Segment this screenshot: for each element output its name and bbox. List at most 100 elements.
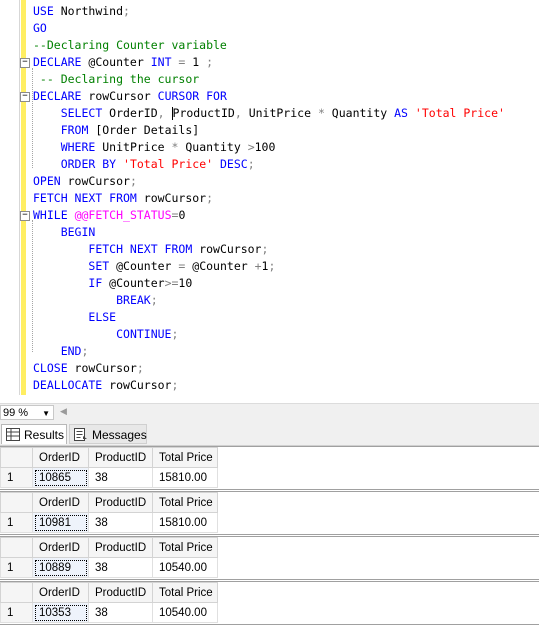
table-cell[interactable]: 38	[88, 557, 153, 578]
grid-corner[interactable]	[0, 447, 33, 468]
code-token: 10	[178, 276, 193, 290]
table-cell[interactable]: 10889	[32, 557, 89, 578]
row-number[interactable]: 1	[0, 512, 33, 533]
code-line[interactable]: SELECT OrderID, ProductID, UnitPrice * Q…	[33, 105, 539, 122]
code-token: ;	[136, 361, 144, 375]
code-line[interactable]: WHILE @@FETCH_STATUS=0	[33, 207, 539, 224]
code-token: >=	[164, 276, 179, 290]
result-table: OrderID ProductID Total Price 1 10889 38 10540…	[0, 537, 218, 578]
code-line[interactable]: BREAK;	[33, 292, 539, 309]
code-line[interactable]: FETCH NEXT FROM rowCursor;	[33, 190, 539, 207]
code-token: UnitPrice	[241, 106, 318, 120]
code-line[interactable]: WHERE UnitPrice * Quantity >100	[33, 139, 539, 156]
code-token: *	[317, 106, 325, 120]
code-line[interactable]: OPEN rowCursor;	[33, 173, 539, 190]
code-token: CONTINUE	[116, 327, 172, 341]
table-cell[interactable]: 10981	[32, 512, 89, 533]
code-line[interactable]: END;	[33, 343, 539, 360]
fold-guide	[32, 68, 33, 168]
table-row[interactable]: 1 10981 38 15810.00	[0, 512, 218, 533]
table-cell[interactable]: 10540.00	[152, 602, 218, 623]
code-token: ;	[268, 259, 276, 273]
header-row: OrderID ProductID Total Price	[0, 582, 218, 603]
code-line[interactable]: ELSE	[33, 309, 539, 326]
code-line[interactable]: FETCH NEXT FROM rowCursor;	[33, 241, 539, 258]
code-line[interactable]: -- Declaring the cursor	[33, 71, 539, 88]
column-header[interactable]: OrderID	[32, 582, 89, 603]
row-number[interactable]: 1	[0, 602, 33, 623]
code-line[interactable]: CLOSE rowCursor;	[33, 360, 539, 377]
grid-corner[interactable]	[0, 537, 33, 558]
column-header[interactable]: ProductID	[88, 582, 153, 603]
column-header[interactable]: Total Price	[152, 492, 218, 513]
code-line[interactable]: GO	[33, 20, 539, 37]
code-line[interactable]: BEGIN	[33, 224, 539, 241]
result-grid[interactable]: OrderID ProductID Total Price 1 10889 38 10540…	[0, 536, 539, 580]
code-token: AS	[394, 106, 408, 120]
code-line[interactable]: CONTINUE;	[33, 326, 539, 343]
column-header[interactable]: Total Price	[152, 582, 218, 603]
code-token: USE	[33, 4, 54, 18]
row-number[interactable]: 1	[0, 467, 33, 488]
zoom-dropdown[interactable]: 99 % ▼	[0, 405, 54, 420]
table-cell[interactable]: 38	[88, 602, 153, 623]
result-table: OrderID ProductID Total Price 1 10981 38 15810…	[0, 492, 218, 533]
table-row[interactable]: 1 10865 38 15810.00	[0, 467, 218, 488]
result-grid[interactable]: OrderID ProductID Total Price 1 10353 38 10540…	[0, 581, 539, 625]
column-header[interactable]: ProductID	[88, 447, 153, 468]
column-header[interactable]: ProductID	[88, 492, 153, 513]
grid-corner[interactable]	[0, 492, 33, 513]
column-header[interactable]: OrderID	[32, 537, 89, 558]
code-line[interactable]: SET @Counter = @Counter +1;	[33, 258, 539, 275]
column-header[interactable]: OrderID	[32, 447, 89, 468]
table-cell[interactable]: 10353	[32, 602, 89, 623]
fold-toggle-icon[interactable]: −	[20, 211, 30, 221]
row-number[interactable]: 1	[0, 557, 33, 578]
code-token: CLOSE	[33, 361, 68, 375]
fold-toggle-icon[interactable]: −	[20, 92, 30, 102]
grid-corner[interactable]	[0, 582, 33, 603]
code-token: END	[60, 344, 82, 358]
code-token: ORDER BY	[60, 157, 117, 171]
column-header[interactable]: Total Price	[152, 447, 218, 468]
table-cell[interactable]: 38	[88, 512, 153, 533]
column-header[interactable]: OrderID	[32, 492, 89, 513]
code-token: WHERE	[60, 140, 96, 154]
code-line[interactable]: DECLARE rowCursor CURSOR FOR	[33, 88, 539, 105]
code-token: [Order Details]	[88, 123, 200, 137]
code-token: rowCursor	[136, 191, 207, 205]
code-area[interactable]: USE Northwind; GO --Declaring Counter vari…	[33, 3, 539, 394]
table-row[interactable]: 1 10353 38 10540.00	[0, 602, 218, 623]
column-header[interactable]: Total Price	[152, 537, 218, 558]
result-grid[interactable]: OrderID ProductID Total Price 1 10865 38 15810…	[0, 446, 539, 490]
code-line[interactable]: IF @Counter>=10	[33, 275, 539, 292]
table-cell[interactable]: 15810.00	[152, 512, 218, 533]
code-line[interactable]: DEALLOCATE rowCursor;	[33, 377, 539, 394]
code-token: INT	[150, 55, 172, 69]
code-line[interactable]: --Declaring Counter variable	[33, 37, 539, 54]
table-row[interactable]: 1 10889 38 10540.00	[0, 557, 218, 578]
code-line[interactable]: FROM [Order Details]	[33, 122, 539, 139]
code-token: ;	[171, 327, 179, 341]
tab-messages[interactable]: Messages	[69, 424, 147, 444]
code-token: rowCursor	[102, 378, 172, 392]
table-cell[interactable]: 10540.00	[152, 557, 218, 578]
code-line[interactable]: ORDER BY 'Total Price' DESC;	[33, 156, 539, 173]
code-token: ,	[234, 106, 242, 120]
column-header[interactable]: ProductID	[88, 537, 153, 558]
code-line[interactable]: DECLARE @Counter INT = 1 ;	[33, 54, 539, 71]
tab-results[interactable]: Results	[1, 424, 67, 444]
table-cell[interactable]: 38	[88, 467, 153, 488]
result-grid[interactable]: OrderID ProductID Total Price 1 10981 38 15810…	[0, 491, 539, 535]
code-token: GO	[33, 21, 47, 35]
table-cell[interactable]: 15810.00	[152, 467, 218, 488]
fold-toggle-icon[interactable]: −	[20, 58, 30, 68]
header-row: OrderID ProductID Total Price	[0, 447, 218, 468]
query-editor[interactable]: USE Northwind; GO --Declaring Counter vari…	[0, 0, 539, 403]
code-line[interactable]: USE Northwind;	[33, 3, 539, 20]
table-cell[interactable]: 10865	[32, 467, 89, 488]
scroll-left-icon[interactable]: ◀	[60, 406, 67, 417]
